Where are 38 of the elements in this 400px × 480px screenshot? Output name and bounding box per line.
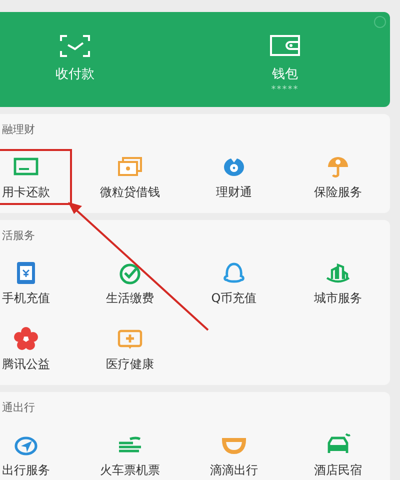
service-item[interactable]: 保险服务	[292, 149, 384, 205]
service-label: 保险服务	[314, 184, 362, 201]
section-title: 活服务	[2, 228, 36, 243]
flower-icon	[12, 325, 40, 353]
service-item[interactable]: Q币充值	[188, 255, 280, 311]
service-item[interactable]: 理财通	[188, 149, 280, 205]
masked-balance: *****	[271, 85, 299, 95]
service-label: 生活缴费	[106, 290, 154, 307]
action-label: 收付款	[56, 66, 94, 83]
service-label: 腾讯公益	[2, 356, 50, 373]
service-label: 微粒贷借钱	[100, 184, 160, 201]
service-label: 理财通	[216, 184, 252, 201]
service-label: 火车票机票	[100, 462, 160, 479]
service-item[interactable]: 滴滴出行	[188, 427, 280, 480]
action-label: 钱包	[272, 66, 298, 83]
wallet-icon	[268, 32, 302, 59]
section-title: 通出行	[2, 400, 36, 415]
service-item[interactable]: 用卡还款	[0, 149, 72, 205]
service-item[interactable]: 酒店民宿	[292, 427, 384, 480]
service-item[interactable]: 微粒贷借钱	[84, 149, 176, 205]
service-label: 酒店民宿	[314, 462, 362, 479]
service-item[interactable]: 城市服务	[292, 255, 384, 311]
service-label: Q币充值	[211, 290, 257, 307]
scan-icon	[58, 32, 92, 59]
service-label: 用卡还款	[2, 184, 50, 201]
service-item[interactable]: 手机充值	[0, 255, 72, 311]
service-label: 城市服务	[314, 290, 362, 307]
service-item[interactable]: 医疗健康	[84, 321, 176, 377]
service-item[interactable]: 生活缴费	[84, 255, 176, 311]
service-item[interactable]: 出行服务	[0, 427, 72, 480]
service-label: 出行服务	[2, 462, 50, 479]
service-item[interactable]: 腾讯公益	[0, 321, 72, 377]
service-item[interactable]: 火车票机票	[84, 427, 176, 480]
service-label: 手机充值	[2, 290, 50, 307]
service-label: 医疗健康	[106, 356, 154, 373]
service-label: 滴滴出行	[210, 462, 258, 479]
circle-icon	[374, 16, 386, 28]
section-title: 融理财	[2, 122, 36, 137]
